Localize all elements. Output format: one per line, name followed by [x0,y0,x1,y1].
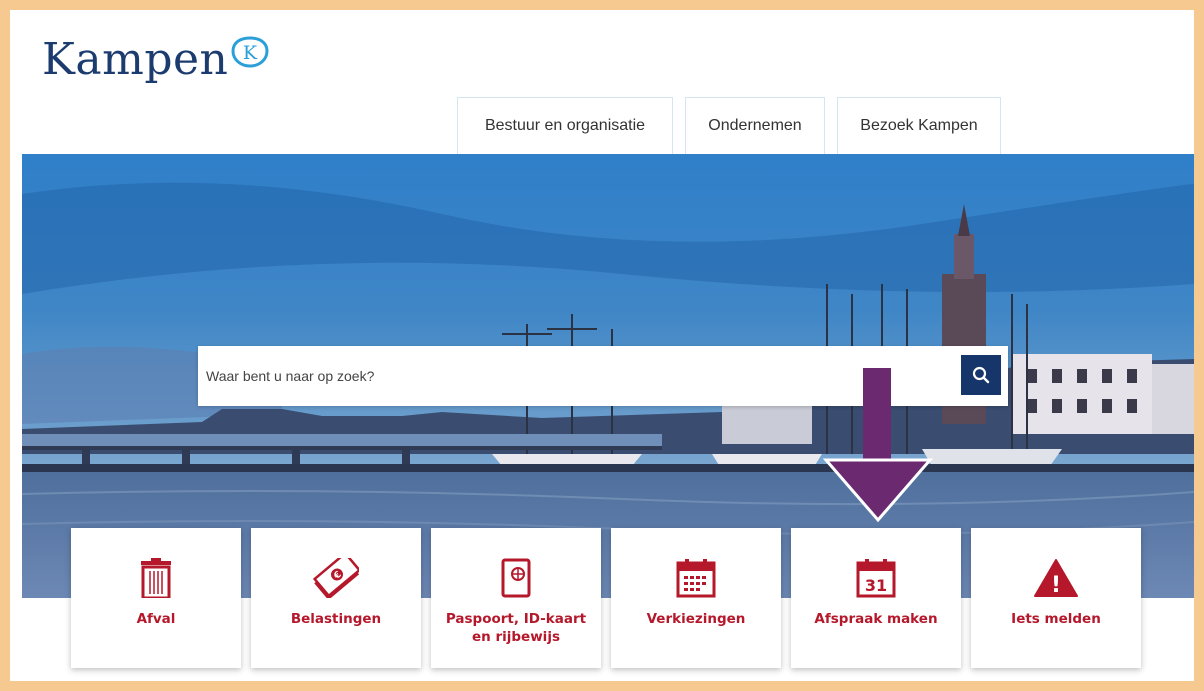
money-icon: € [313,558,359,598]
trash-icon [141,558,171,598]
passport-icon [501,558,531,598]
tab-ondernemen[interactable]: Ondernemen [685,97,825,154]
tab-bestuur-en-organisatie[interactable]: Bestuur en organisatie [457,97,673,154]
quick-links: Afval € Belastingen Paspoort, ID-kaart e… [71,528,1151,668]
tile-afspraak-maken[interactable]: 31 Afspraak maken [791,528,961,668]
tile-label: Paspoort, ID-kaart en rijbewijs [445,611,587,645]
tile-label: Iets melden [1011,611,1101,627]
annotation-arrow-icon [822,368,934,523]
tab-bezoek-kampen[interactable]: Bezoek Kampen [837,97,1001,154]
search-button[interactable] [961,355,1001,395]
logo-badge-icon: K [231,36,269,68]
svg-text:!: ! [1051,573,1061,598]
tile-label: Belastingen [290,611,382,627]
tab-label: Ondernemen [708,117,802,134]
search-icon [972,366,990,384]
tile-label: Afspraak maken [814,611,938,627]
page-frame: Kampen K Bestuur en organisatie Ondernem… [10,10,1194,681]
tile-iets-melden[interactable]: ! Iets melden [971,528,1141,668]
tile-paspoort[interactable]: Paspoort, ID-kaart en rijbewijs [431,528,601,668]
svg-text:K: K [243,42,258,64]
main-nav: Bestuur en organisatie Ondernemen Bezoek… [457,97,1013,154]
logo-text: Kampen [42,34,229,85]
tab-label: Bezoek Kampen [860,117,978,134]
tile-label: Verkiezingen [646,611,746,627]
warning-icon: ! [1034,559,1078,598]
tile-belastingen[interactable]: € Belastingen [251,528,421,668]
tab-label: Bestuur en organisatie [484,117,646,134]
calendar-31-icon: 31 [856,559,896,598]
tile-label: Afval [136,611,176,627]
site-logo[interactable]: Kampen K [42,34,270,86]
svg-text:31: 31 [865,576,887,595]
tile-verkiezingen[interactable]: Verkiezingen [611,528,781,668]
calendar-grid-icon [676,559,716,598]
tile-afval[interactable]: Afval [71,528,241,668]
